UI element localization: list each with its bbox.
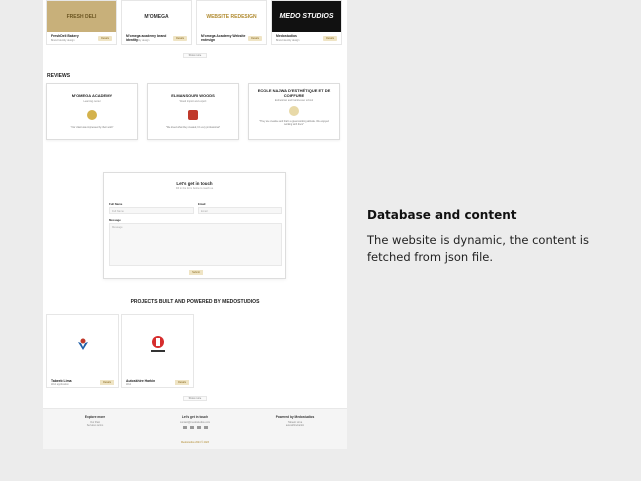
full-name-label: Full Name — [109, 202, 123, 206]
review-card: M'OMEGA ACADEMY Learning center "Our cli… — [46, 83, 138, 140]
linkedin-icon[interactable] — [189, 426, 194, 430]
tabeeb-logo-icon — [77, 338, 88, 350]
reviewer-subtitle: Wood import and export — [179, 99, 207, 103]
site-footer: Explore more Our Past Services terms Let… — [43, 408, 347, 449]
mail-icon[interactable] — [203, 426, 208, 430]
project-thumbnail: WEBSITE REDESIGN — [197, 1, 266, 32]
project-subtitle: Web — [126, 383, 132, 386]
project-card[interactable]: Autoskhire Harkin Web Details — [121, 314, 194, 388]
reviewer-subtitle: Learning center — [83, 99, 101, 103]
footer-link[interactable]: autoskhireharkin — [250, 424, 340, 427]
project-subtitle: Brand identity design — [276, 39, 300, 42]
social-icons — [150, 426, 240, 430]
project-title: Medostudios — [276, 34, 297, 38]
contact-subtitle: Fill in the form below to reach us — [175, 187, 214, 190]
project-subtitle: Brand Identity design — [51, 39, 75, 42]
project-title: M'omega Academy Website redesign — [201, 34, 246, 42]
message-label: Message — [109, 218, 121, 222]
contact-title: Let's get in touch — [176, 181, 213, 186]
details-button[interactable]: Details — [248, 36, 262, 41]
details-button[interactable]: Details — [323, 36, 337, 41]
show-more-button[interactable]: Show more — [183, 396, 207, 401]
footer-heading: Let's get in touch — [181, 415, 209, 419]
full-name-field[interactable]: Full Name — [109, 207, 194, 214]
facebook-icon[interactable] — [182, 426, 187, 430]
thumbnail-text: M'OMEGA — [144, 13, 169, 20]
project-card[interactable]: MEDO STUDIOS Medostudios Brand identity … — [271, 0, 342, 45]
project-thumbnail — [122, 315, 193, 373]
review-card: ELMANSOURI WOODS Wood import and export … — [147, 83, 239, 140]
reviewer-name: ELMANSOURI WOODS — [171, 93, 215, 98]
reviewer-name: M'OMEGA ACADEMY — [71, 93, 113, 98]
email-field[interactable]: Email — [198, 207, 282, 214]
project-title: FreshDeli Bakery — [51, 34, 79, 38]
footer-column: Let's get in touch contact@medostudios.c… — [150, 415, 240, 430]
side-title: Database and content — [367, 208, 517, 222]
contact-form: Let's get in touch Fill in the form belo… — [103, 172, 286, 279]
thumbnail-text: WEBSITE REDESIGN — [206, 13, 257, 20]
footer-email[interactable]: contact@medostudios.com — [150, 421, 240, 424]
reviewer-name: ECOLE NAJWA D'ESTHÉTIQUE ET DE COIFFURE — [257, 88, 331, 98]
project-subtitle: Web application — [51, 383, 69, 386]
autoskhire-logo-icon — [150, 336, 165, 352]
copyright: Medostudios 2024 © 2023 — [181, 441, 209, 444]
project-thumbnail — [47, 315, 118, 373]
submit-button[interactable]: Submit — [189, 270, 203, 275]
footer-column: Powered by Medostudios Tabeeb Lima autos… — [250, 415, 340, 428]
footer-heading: Powered by Medostudios — [275, 415, 315, 419]
email-label: Email — [198, 202, 206, 206]
details-button[interactable]: Details — [100, 380, 114, 385]
project-thumbnail: MEDO STUDIOS — [272, 1, 341, 32]
review-card: ECOLE NAJWA D'ESTHÉTIQUE ET DE COIFFURE … — [248, 83, 340, 140]
footer-heading: Explore more — [84, 415, 106, 419]
share-icon[interactable] — [196, 426, 201, 430]
project-subtitle: Web — [201, 39, 207, 42]
details-button[interactable]: Details — [175, 380, 189, 385]
reviewer-logo-icon — [188, 109, 198, 120]
side-description: The website is dynamic, the content is f… — [367, 233, 589, 264]
reviewer-subtitle: Esthetician and hairdresser school — [274, 99, 314, 103]
project-card[interactable]: WEBSITE REDESIGN M'omega Academy Website… — [196, 0, 267, 45]
project-card[interactable]: Tabeeb Lima Web application Details — [46, 314, 119, 388]
website-preview: FRESH DELI FreshDeli Bakery Brand Identi… — [43, 0, 347, 449]
details-button[interactable]: Details — [173, 36, 187, 41]
reviews-list: M'OMEGA ACADEMY Learning center "Our cli… — [46, 83, 340, 140]
project-subtitle: Brand identity design — [126, 39, 150, 42]
project-thumbnail: M'OMEGA — [122, 1, 191, 32]
show-more-button[interactable]: Show more — [183, 53, 207, 58]
message-field[interactable]: Message — [109, 223, 282, 266]
reviewer-logo-icon — [87, 109, 97, 120]
footer-column: Explore more Our Past Services terms — [50, 415, 140, 428]
project-card[interactable]: M'OMEGA M'omega academy brand identity B… — [121, 0, 192, 45]
project-cards-top: FRESH DELI FreshDeli Bakery Brand Identi… — [46, 0, 342, 45]
details-button[interactable]: Details — [98, 36, 112, 41]
review-quote: "Our cliant was impressed by their work" — [70, 125, 114, 129]
reviewer-logo-icon — [289, 106, 299, 117]
project-card[interactable]: FRESH DELI FreshDeli Bakery Brand Identi… — [46, 0, 117, 45]
project-thumbnail: FRESH DELI — [47, 1, 116, 32]
thumbnail-text: FRESH DELI — [66, 13, 97, 20]
projects-heading: PROJECTS BUILT AND POWERED BY MEDOSTUDIO… — [130, 299, 260, 305]
review-quote: "They are creative and that's a great wo… — [259, 120, 329, 127]
thumbnail-text: MEDO STUDIOS — [279, 13, 334, 20]
footer-link[interactable]: Services terms — [50, 424, 140, 427]
reviews-heading: REVIEWS — [47, 73, 71, 79]
review-quote: "We loved what they created, It's very p… — [165, 125, 221, 129]
